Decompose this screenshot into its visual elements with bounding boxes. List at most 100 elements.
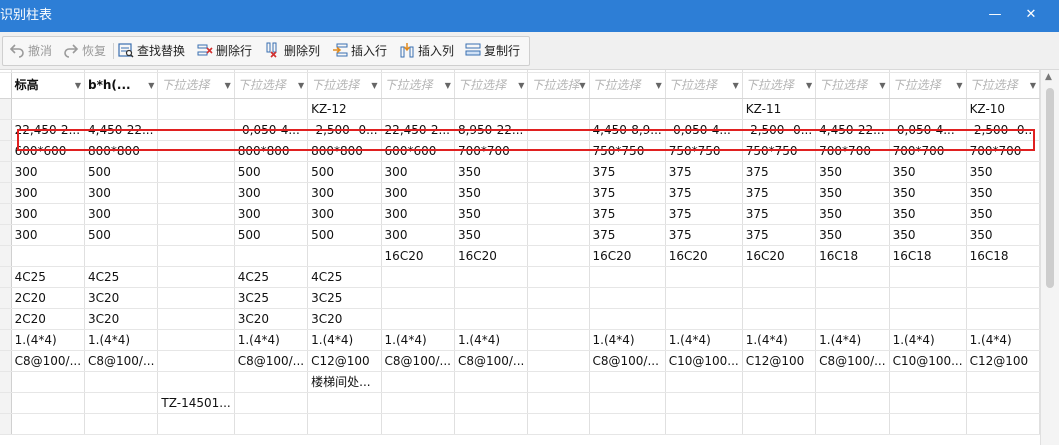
table-cell[interactable] bbox=[889, 287, 967, 309]
table-cell[interactable] bbox=[157, 119, 235, 141]
table-cell[interactable]: 350 bbox=[454, 224, 529, 246]
table-cell[interactable]: 3C20 bbox=[84, 308, 159, 330]
scrollbar-thumb[interactable] bbox=[1046, 88, 1054, 288]
table-cell[interactable] bbox=[527, 371, 590, 393]
table-cell[interactable]: 3C20 bbox=[234, 308, 309, 330]
table-cell[interactable]: 350 bbox=[454, 161, 529, 183]
insert-column-button[interactable]: 插入列 bbox=[399, 41, 454, 61]
table-cell[interactable] bbox=[589, 371, 666, 393]
column-header-cell[interactable]: 下拉选择 ▼ bbox=[311, 73, 377, 98]
table-cell[interactable]: 375 bbox=[742, 161, 817, 183]
table-cell[interactable]: 500 bbox=[234, 161, 309, 183]
table-cell[interactable]: 4C25 bbox=[234, 266, 309, 288]
table-cell[interactable] bbox=[665, 98, 743, 120]
table-cell[interactable] bbox=[381, 308, 455, 330]
column-header-dropdown[interactable]: 下拉选择 ▼ bbox=[742, 72, 817, 99]
table-cell[interactable]: 300 bbox=[307, 182, 382, 204]
table-cell[interactable] bbox=[157, 350, 235, 372]
table-cell[interactable]: -0,050-4... bbox=[889, 119, 967, 141]
table-cell[interactable]: 700*700 bbox=[889, 140, 967, 162]
table-cell[interactable]: 16C20 bbox=[742, 245, 817, 267]
delete-column-button[interactable]: 删除列 bbox=[265, 41, 320, 61]
table-cell[interactable] bbox=[234, 392, 309, 414]
table-cell[interactable] bbox=[966, 266, 1040, 288]
table-cell[interactable] bbox=[966, 392, 1040, 414]
column-header-dropdown[interactable]: 下拉选择 ▼ bbox=[454, 72, 529, 99]
table-cell[interactable]: 375 bbox=[665, 161, 743, 183]
table-cell[interactable] bbox=[966, 287, 1040, 309]
table-cell[interactable]: 4,450-22... bbox=[815, 119, 890, 141]
table-cell[interactable] bbox=[527, 98, 590, 120]
table-cell[interactable]: KZ-11 bbox=[742, 98, 817, 120]
table-cell[interactable]: 1.(4*4) bbox=[742, 329, 817, 351]
find-replace-button[interactable]: 查找替换 bbox=[118, 41, 185, 61]
table-cell[interactable]: 16C20 bbox=[589, 245, 666, 267]
table-cell[interactable]: 300 bbox=[11, 203, 86, 225]
row-header[interactable] bbox=[0, 224, 12, 246]
column-header-cell[interactable]: 下拉选择 ▼ bbox=[593, 73, 662, 98]
table-cell[interactable]: 375 bbox=[589, 182, 666, 204]
dropdown-arrow-icon[interactable]: ▼ bbox=[225, 73, 231, 98]
table-cell[interactable] bbox=[589, 392, 666, 414]
table-cell[interactable]: 700*700 bbox=[966, 140, 1040, 162]
table-cell[interactable] bbox=[527, 308, 590, 330]
row-header[interactable] bbox=[0, 413, 12, 435]
minimize-button[interactable]: — bbox=[986, 6, 1004, 24]
table-cell[interactable] bbox=[589, 287, 666, 309]
table-cell[interactable] bbox=[665, 266, 743, 288]
table-cell[interactable] bbox=[381, 392, 455, 414]
dropdown-arrow-icon[interactable]: ▼ bbox=[879, 73, 885, 98]
redo-button[interactable]: 恢复 bbox=[63, 41, 106, 61]
table-cell[interactable] bbox=[966, 308, 1040, 330]
table-cell[interactable] bbox=[815, 266, 890, 288]
row-header[interactable] bbox=[0, 350, 12, 372]
table-cell[interactable] bbox=[307, 413, 382, 435]
column-header-cell[interactable]: 下拉选择 ▼ bbox=[746, 73, 812, 98]
table-cell[interactable]: 1.(4*4) bbox=[234, 329, 309, 351]
table-cell[interactable]: TZ-14501... bbox=[157, 392, 235, 414]
table-cell[interactable]: C10@100... bbox=[889, 350, 967, 372]
table-cell[interactable] bbox=[527, 245, 590, 267]
table-cell[interactable]: 350 bbox=[966, 161, 1040, 183]
dropdown-arrow-icon[interactable]: ▼ bbox=[518, 73, 524, 98]
table-cell[interactable]: C8@100/... bbox=[589, 350, 666, 372]
column-header-dropdown[interactable]: 下拉选择 ▼ bbox=[234, 72, 309, 99]
table-cell[interactable]: 300 bbox=[84, 182, 159, 204]
table-cell[interactable]: 350 bbox=[815, 161, 890, 183]
table-cell[interactable]: 3C25 bbox=[234, 287, 309, 309]
table-cell[interactable]: 1.(4*4) bbox=[815, 329, 890, 351]
table-cell[interactable] bbox=[889, 413, 967, 435]
table-cell[interactable]: -0,050-4... bbox=[234, 119, 309, 141]
row-header[interactable] bbox=[0, 392, 12, 414]
table-cell[interactable] bbox=[527, 413, 590, 435]
table-cell[interactable]: 1.(4*4) bbox=[84, 329, 159, 351]
table-cell[interactable] bbox=[454, 98, 529, 120]
table-cell[interactable] bbox=[889, 98, 967, 120]
dropdown-arrow-icon[interactable]: ▼ bbox=[1030, 73, 1036, 98]
column-header-dropdown[interactable]: 下拉选择 ▼ bbox=[157, 72, 235, 99]
table-cell[interactable] bbox=[815, 308, 890, 330]
dropdown-arrow-icon[interactable]: ▼ bbox=[371, 73, 377, 98]
table-cell[interactable] bbox=[84, 392, 159, 414]
column-header-dropdown[interactable]: 下拉选择 ▼ bbox=[966, 72, 1040, 99]
table-cell[interactable]: 300 bbox=[234, 182, 309, 204]
table-cell[interactable] bbox=[742, 392, 817, 414]
column-header-dropdown[interactable]: 下拉选择 ▼ bbox=[889, 72, 967, 99]
table-cell[interactable]: 1.(4*4) bbox=[966, 329, 1040, 351]
table-cell[interactable]: 500 bbox=[307, 224, 382, 246]
table-cell[interactable] bbox=[84, 371, 159, 393]
table-cell[interactable] bbox=[665, 287, 743, 309]
table-cell[interactable] bbox=[11, 371, 86, 393]
table-cell[interactable] bbox=[454, 392, 529, 414]
table-cell[interactable]: C12@100 bbox=[966, 350, 1040, 372]
dropdown-arrow-icon[interactable]: ▼ bbox=[75, 73, 81, 98]
table-cell[interactable]: C8@100/... bbox=[381, 350, 455, 372]
table-cell[interactable] bbox=[665, 308, 743, 330]
table-cell[interactable]: 1.(4*4) bbox=[589, 329, 666, 351]
table-cell[interactable]: C12@100 bbox=[742, 350, 817, 372]
table-cell[interactable] bbox=[589, 98, 666, 120]
table-cell[interactable] bbox=[527, 350, 590, 372]
table-cell[interactable]: C8@100/... bbox=[815, 350, 890, 372]
table-cell[interactable]: 375 bbox=[589, 161, 666, 183]
table-cell[interactable] bbox=[157, 161, 235, 183]
